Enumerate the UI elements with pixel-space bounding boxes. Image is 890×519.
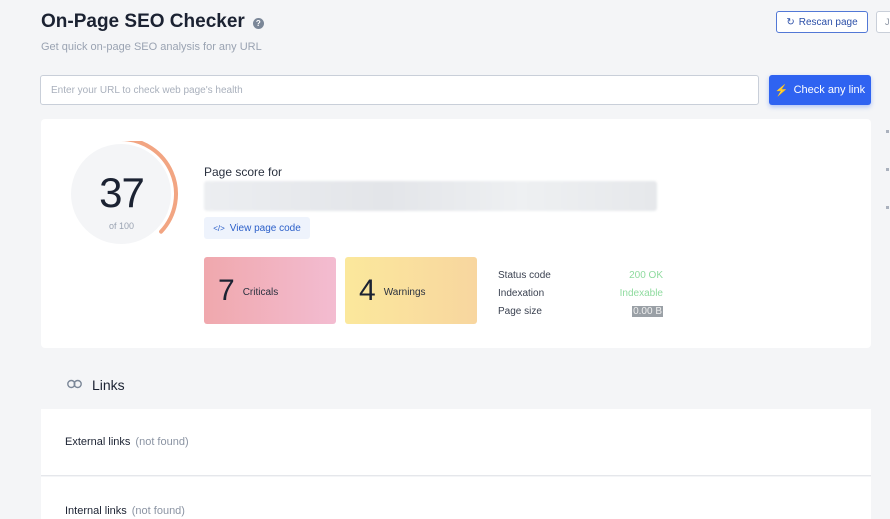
warnings-card[interactable]: 4 Warnings [345, 257, 477, 324]
check-link-label: Check any link [793, 84, 866, 96]
stat-value: Indexable [619, 287, 663, 299]
warnings-count: 4 [359, 273, 376, 307]
criticals-label: Criticals [242, 286, 279, 298]
rescan-page-label: Rescan page [798, 16, 858, 28]
page-score-label: Page score for [204, 165, 283, 179]
stat-row-page-size: Page size 0.00 B [498, 302, 663, 320]
refresh-icon: ↻ [786, 16, 795, 28]
links-title: Links [92, 377, 125, 393]
external-links-row[interactable]: External links (not found) [41, 409, 871, 476]
stat-label: Status code [498, 269, 551, 281]
internal-links-label: Internal links [65, 504, 127, 517]
link-icon [67, 378, 82, 392]
warnings-label: Warnings [383, 286, 426, 298]
external-links-status: (not found) [135, 436, 189, 448]
view-page-code-button[interactable]: </> View page code [204, 217, 310, 239]
page-title-text: On-Page SEO Checker [41, 11, 245, 32]
blurred-url [204, 181, 657, 211]
internal-links-status: (not found) [131, 504, 185, 517]
external-links-label: External links [65, 436, 131, 448]
stat-label: Indexation [498, 287, 545, 299]
score-value: 37 [99, 169, 145, 216]
links-section-header: Links [41, 362, 871, 408]
check-link-button[interactable]: ⚡ Check any link [769, 75, 871, 105]
page-stats: Status code 200 OK Indexation Indexable … [498, 266, 663, 320]
rescan-page-button[interactable]: ↻ Rescan page [776, 11, 868, 33]
page-title: On-Page SEO Checker ? [41, 11, 264, 33]
score-gauge: 37 of 100 [69, 141, 184, 256]
extra-toolbar-button[interactable]: J [876, 11, 890, 33]
stat-row-status-code: Status code 200 OK [498, 266, 663, 284]
code-icon: </> [213, 223, 225, 233]
stat-row-indexation: Indexation Indexable [498, 284, 663, 302]
criticals-count: 7 [218, 273, 235, 307]
score-card: 37 of 100 Page score for </> View page c… [41, 119, 871, 348]
score-max: of 100 [108, 221, 135, 231]
internal-links-row[interactable]: Internal links (not found) [41, 477, 871, 519]
lightning-icon: ⚡ [774, 84, 789, 97]
criticals-card[interactable]: 7 Criticals [204, 257, 336, 324]
url-input[interactable] [40, 75, 759, 105]
stat-value: 200 OK [629, 269, 663, 281]
stat-label: Page size [498, 305, 542, 317]
scrollbar-marks [886, 130, 890, 244]
view-page-code-label: View page code [229, 222, 301, 234]
stat-value: 0.00 B [632, 305, 663, 317]
page-subtitle: Get quick on-page SEO analysis for any U… [41, 41, 262, 53]
help-icon[interactable]: ? [252, 17, 264, 29]
